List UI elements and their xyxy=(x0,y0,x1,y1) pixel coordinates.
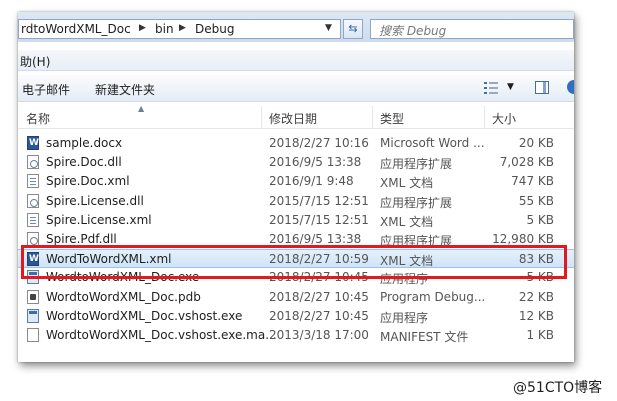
file-row[interactable]: WordtoWordXML_Doc.pdb 2018/2/27 10:45 Prog… xyxy=(18,288,574,307)
toolbar: 电子邮件 新建文件夹 ▼ xyxy=(18,75,574,102)
file-row[interactable]: Spire.Doc.dll 2016/9/5 13:38 应用程序扩展 7,028 K… xyxy=(18,153,574,172)
file-name: Spire.License.xml xyxy=(46,212,152,227)
email-button[interactable]: 电子邮件 xyxy=(22,81,70,98)
column-type[interactable]: 类型 xyxy=(380,110,404,127)
file-row[interactable]: sample.docx 2018/2/27 10:16 Microsoft Word… xyxy=(18,134,574,153)
file-size: 1 KB xyxy=(526,328,554,342)
file-name: Spire.Doc.xml xyxy=(46,174,130,189)
dll-icon xyxy=(27,232,39,246)
word-doc-icon xyxy=(27,136,39,150)
refresh-button[interactable]: ⇆ xyxy=(343,19,363,39)
preview-pane-icon[interactable] xyxy=(535,81,549,94)
file-type: 应用程序扩展 xyxy=(380,157,453,172)
file-size: 5 KB xyxy=(526,212,554,227)
file-type: MANIFEST 文件 xyxy=(380,330,469,344)
file-name: WordtoWordXML_Doc.pdb xyxy=(46,289,201,304)
file-size: 747 KB xyxy=(511,174,554,189)
address-dropdown-icon[interactable]: ▼ xyxy=(325,23,332,33)
file-name: WordtoWordXML_Doc.vshost.exe xyxy=(46,308,243,323)
column-date[interactable]: 修改日期 xyxy=(269,110,317,127)
search-box[interactable]: 搜索 Debug xyxy=(370,19,574,39)
file-type: Microsoft Word ... xyxy=(380,136,485,150)
breadcrumb-debug[interactable]: Debug xyxy=(195,22,234,36)
file-date: 2015/7/15 12:51 xyxy=(269,193,369,208)
sort-arrow-icon: ▲ xyxy=(138,104,145,113)
xml-icon xyxy=(27,174,39,189)
view-dropdown-icon[interactable]: ▼ xyxy=(507,82,514,92)
column-size[interactable]: 大小 xyxy=(492,110,516,127)
breadcrumb-bin[interactable]: bin xyxy=(155,22,174,36)
search-input[interactable]: 搜索 Debug xyxy=(379,22,446,39)
file-row[interactable]: Spire.License.dll 2015/7/15 12:51 应用程序扩展 55… xyxy=(18,192,574,211)
file-date: 2016/9/1 9:48 xyxy=(269,174,354,189)
file-name: Spire.Pdf.dll xyxy=(46,232,117,246)
address-row: rdtoWordXML_Doc ▶ bin ▶ Debug ▼ ⇆ 搜索 Deb… xyxy=(18,12,574,42)
column-name[interactable]: 名称 xyxy=(26,110,50,127)
highlight-box xyxy=(21,245,567,279)
file-date: 2013/3/18 17:00 xyxy=(269,328,369,342)
file-row[interactable]: WordtoWordXML_Doc.vshost.exe.ma... 2013/3… xyxy=(18,326,574,345)
menu-bar: 助(H) xyxy=(18,50,574,71)
file-name: Spire.Doc.dll xyxy=(46,155,122,170)
dll-icon xyxy=(27,193,39,208)
breadcrumb-chevron-icon[interactable]: ▶ xyxy=(139,23,146,33)
address-bar[interactable]: rdtoWordXML_Doc ▶ bin ▶ Debug ▼ xyxy=(18,19,341,39)
column-header: ▲ 名称 修改日期 类型 大小 xyxy=(18,104,574,129)
file-size: 55 KB xyxy=(518,193,554,208)
file-name: WordtoWordXML_Doc.vshost.exe.ma... xyxy=(46,328,277,342)
file-type: 应用程序扩展 xyxy=(380,195,453,210)
explorer-window: rdtoWordXML_Doc ▶ bin ▶ Debug ▼ ⇆ 搜索 Deb… xyxy=(18,12,574,362)
dll-icon xyxy=(27,155,39,170)
exe-icon xyxy=(27,308,39,323)
file-name: Spire.License.dll xyxy=(46,193,144,208)
file-size: 20 KB xyxy=(518,136,554,150)
menu-help[interactable]: 助(H) xyxy=(20,53,50,70)
file-name: sample.docx xyxy=(46,136,123,150)
file-date: 2016/9/5 13:38 xyxy=(269,155,362,170)
file-date: 2015/7/15 12:51 xyxy=(269,212,369,227)
watermark: @51CTO博客 xyxy=(513,380,603,396)
file-row[interactable]: Spire.License.xml 2015/7/15 12:51 XML 文档 5 … xyxy=(18,211,574,230)
file-row[interactable]: Spire.Doc.xml 2016/9/1 9:48 XML 文档 747 KB xyxy=(18,172,574,191)
refresh-icon: ⇆ xyxy=(348,22,358,35)
file-size: 22 KB xyxy=(518,289,554,304)
file-date: 2018/2/27 10:45 xyxy=(269,289,369,304)
file-size: 12 KB xyxy=(518,308,554,323)
file-row[interactable]: WordtoWordXML_Doc.vshost.exe 2018/2/27 10… xyxy=(18,307,574,326)
new-folder-button[interactable]: 新建文件夹 xyxy=(95,81,155,98)
file-size: 7,028 KB xyxy=(499,155,554,170)
file-date: 2018/2/27 10:45 xyxy=(269,308,369,323)
manifest-icon xyxy=(27,328,39,342)
xml-icon xyxy=(27,212,39,227)
file-type: 应用程序 xyxy=(380,310,429,325)
help-icon[interactable] xyxy=(567,80,574,94)
pdb-icon xyxy=(27,289,39,304)
file-date: 2016/9/5 13:38 xyxy=(269,232,362,246)
file-type: XML 文档 xyxy=(380,176,434,191)
breadcrumb-chevron-icon[interactable]: ▶ xyxy=(179,23,186,33)
file-size: 12,980 KB xyxy=(492,232,554,246)
view-options-icon[interactable] xyxy=(484,82,498,94)
file-date: 2018/2/27 10:16 xyxy=(269,136,369,150)
file-type: XML 文档 xyxy=(380,214,434,229)
breadcrumb-project[interactable]: rdtoWordXML_Doc xyxy=(21,22,131,36)
file-type: Program Debug... xyxy=(380,289,486,304)
